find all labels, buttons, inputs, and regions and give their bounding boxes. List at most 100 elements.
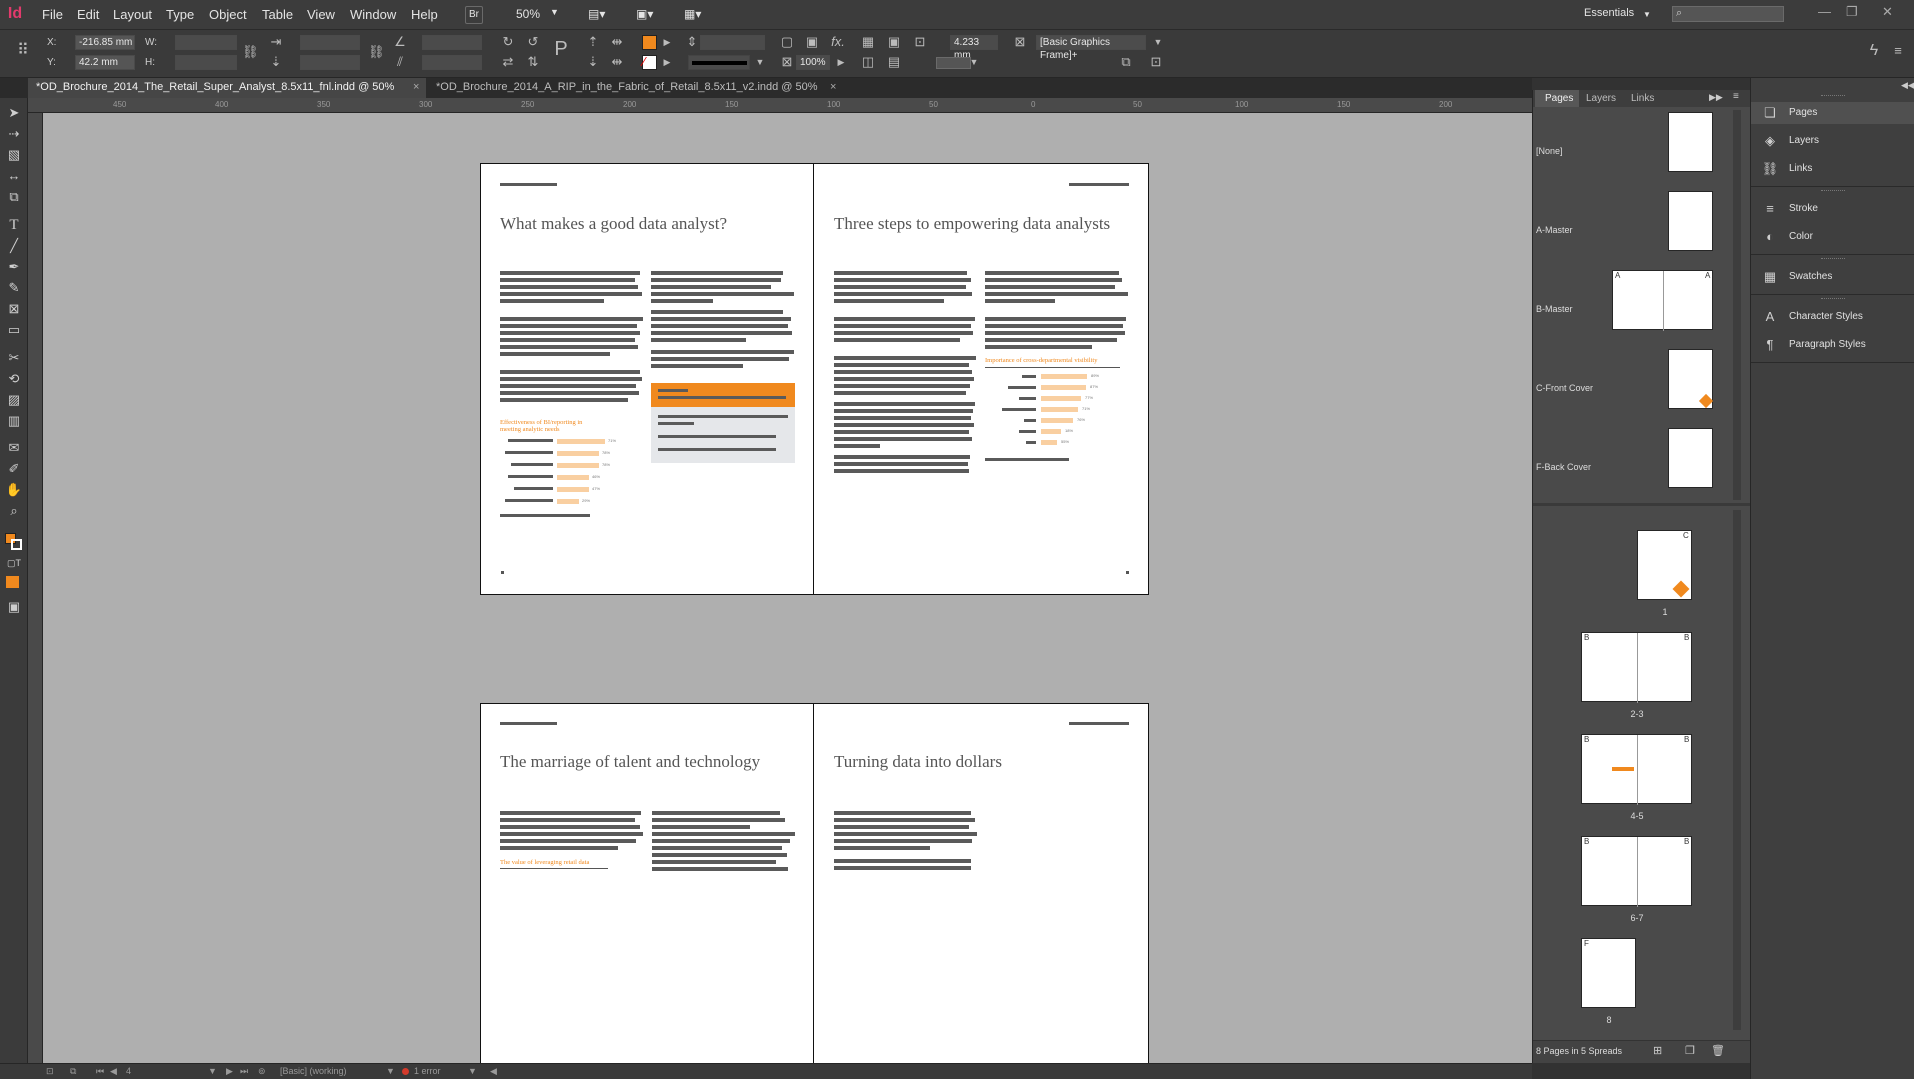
pen-tool-icon[interactable]: ✒ (3, 258, 25, 276)
effects-fx-icon[interactable]: fx. (830, 35, 846, 49)
apply-color-icon[interactable] (6, 576, 19, 588)
zoom-tool-icon[interactable]: ⌕ (3, 502, 25, 520)
new-page-icon[interactable]: ❐ (1685, 1044, 1695, 1057)
object-style-dropdown[interactable]: [Basic Graphics Frame]+ (1036, 35, 1146, 61)
scale-y-field[interactable] (300, 55, 360, 70)
minimize-icon[interactable]: — (1818, 4, 1831, 19)
dock-stroke[interactable]: ≡ Stroke (1751, 198, 1914, 220)
redefine-style-icon[interactable]: ⊡ (1148, 55, 1164, 69)
delete-page-icon[interactable]: 🗑 (1711, 1044, 1725, 1057)
restore-icon[interactable]: ❐ (1846, 4, 1858, 20)
height-field[interactable] (175, 55, 237, 70)
error-count[interactable]: 1 error (414, 1066, 441, 1076)
rotation-field[interactable] (422, 35, 482, 50)
text-wrap-icon[interactable]: ▦ (860, 35, 876, 49)
dock-links[interactable]: ⛓ Links (1751, 158, 1914, 180)
path-p-icon[interactable]: P (553, 39, 569, 59)
stroke-dropdown-icon[interactable]: ▶ (659, 55, 675, 69)
formatting-affects-icon[interactable]: ▢T (3, 554, 25, 572)
stroke-weight-field[interactable]: 4.233 mm (950, 35, 998, 61)
stroke-weight-dropdown[interactable] (700, 35, 765, 50)
wrap-around-icon[interactable]: ▣ (886, 35, 902, 49)
dock-swatches[interactable]: ▦ Swatches (1751, 266, 1914, 288)
close-window-icon[interactable]: ✕ (1882, 4, 1893, 20)
frame-fitting-icon[interactable]: ▤ (886, 55, 902, 69)
chevron-down-icon[interactable]: ▼ (468, 1066, 477, 1076)
dock-pages[interactable]: ❏ Pages (1751, 102, 1914, 124)
dock-paragraph-styles[interactable]: ¶ Paragraph Styles (1751, 334, 1914, 356)
bridge-button[interactable]: Br (465, 6, 483, 24)
select-content-icon[interactable]: ⇣ (585, 55, 601, 69)
close-tab-icon[interactable]: × (830, 78, 836, 98)
tab-retail-super-analyst[interactable]: *OD_Brochure_2014_The_Retail_Super_Analy… (28, 78, 426, 98)
menu-table[interactable]: Table (262, 7, 293, 22)
note-tool-icon[interactable]: ✉ (3, 439, 25, 457)
panel-divider[interactable] (1533, 503, 1750, 506)
shadow-icon[interactable]: ▣ (804, 35, 820, 49)
preview-mode-icon[interactable]: ⊡ (46, 1066, 54, 1077)
panel-menu-icon[interactable]: ≡ (1733, 91, 1739, 102)
free-transform-tool-icon[interactable]: ⟲ (3, 370, 25, 388)
quick-apply-icon[interactable]: ϟ (1866, 43, 1882, 59)
width-field[interactable] (175, 35, 237, 50)
constrain-scale-icon[interactable]: ⛓ (368, 45, 385, 59)
menu-help[interactable]: Help (411, 7, 438, 22)
last-page-icon[interactable]: ⏭ (240, 1066, 248, 1077)
tab-layers[interactable]: Layers (1586, 90, 1616, 107)
chevron-down-icon[interactable]: ▼ (386, 1066, 395, 1076)
menu-edit[interactable]: Edit (77, 7, 99, 22)
opacity-field[interactable]: 100% (796, 55, 830, 70)
edit-page-size-icon[interactable]: ⊞ (1653, 1044, 1662, 1057)
fill-swatch[interactable] (642, 35, 657, 50)
master-thumb-f[interactable] (1668, 428, 1713, 488)
masters-scrollbar[interactable] (1733, 110, 1741, 500)
page-thumb-8[interactable]: F (1581, 938, 1636, 1008)
y-position-field[interactable]: 42.2 mm (75, 55, 135, 70)
page-3[interactable]: Three steps to empowering data analysts … (814, 163, 1149, 595)
x-position-field[interactable]: -216.85 mm (75, 35, 135, 50)
gap-tool-icon[interactable]: ↔ (3, 167, 25, 185)
previous-page-icon[interactable]: ◀ (110, 1066, 117, 1077)
eyedropper-tool-icon[interactable]: ✐ (3, 460, 25, 478)
tab-links[interactable]: Links (1631, 90, 1654, 107)
menu-object[interactable]: Object (209, 7, 247, 22)
master-thumb-c[interactable] (1668, 349, 1714, 409)
select-container-icon[interactable]: ⇡ (585, 35, 601, 49)
collapse-dock-icon[interactable]: ◀◀ (1901, 80, 1914, 91)
frame-size-icon[interactable]: ⊡ (912, 35, 928, 49)
page-number-field[interactable]: 4 (126, 1066, 131, 1076)
pencil-tool-icon[interactable]: ✎ (3, 279, 25, 297)
page-thumb-6-7[interactable]: BB (1581, 836, 1692, 907)
drop-shadow-icon[interactable]: ▢ (779, 35, 795, 49)
rotate-cw-icon[interactable]: ↻ (500, 35, 516, 49)
master-thumb-b[interactable]: AA (1612, 270, 1713, 331)
workspace-switcher[interactable]: Essentials (1584, 7, 1634, 19)
gradient-feather-tool-icon[interactable]: ▥ (3, 412, 25, 430)
screen-mode-icon[interactable]: ▣▾ (636, 7, 653, 21)
pages-scrollbar[interactable] (1733, 510, 1741, 1030)
chevron-down-icon[interactable]: ▼ (550, 7, 559, 17)
scissors-tool-icon[interactable]: ✂ (3, 349, 25, 367)
master-thumb-a[interactable] (1668, 191, 1713, 251)
tab-rip-in-the-fabric[interactable]: *OD_Brochure_2014_A_RIP_in_the_Fabric_of… (428, 78, 848, 98)
fill-dropdown-icon[interactable]: ▶ (659, 35, 675, 49)
menu-file[interactable]: File (42, 7, 63, 22)
chevron-down-icon[interactable]: ▼ (752, 55, 768, 69)
search-input[interactable]: ⌕ (1672, 6, 1784, 22)
select-next-icon[interactable]: ⇹ (609, 35, 625, 49)
view-options-icon[interactable]: ▤▾ (588, 7, 605, 21)
dock-color[interactable]: ◐ Color (1751, 226, 1914, 248)
clear-overrides-icon[interactable]: ⧉ (1118, 55, 1134, 69)
first-page-icon[interactable]: ⏮ (96, 1066, 104, 1077)
line-tool-icon[interactable]: ╱ (3, 237, 25, 255)
master-thumb-none[interactable] (1668, 112, 1713, 172)
hand-tool-icon[interactable]: ✋ (3, 481, 25, 499)
dock-layers[interactable]: ◈ Layers (1751, 130, 1914, 152)
next-page-icon[interactable]: ▶ (226, 1066, 233, 1077)
shear-field[interactable] (422, 55, 482, 70)
arrange-documents-icon[interactable]: ▦▾ (684, 7, 701, 21)
collapse-panel-icon[interactable]: ▶▶ (1709, 92, 1723, 103)
preflight-icon[interactable]: ⊚ (258, 1066, 266, 1077)
close-tab-icon[interactable]: × (413, 78, 419, 98)
scroll-left-icon[interactable]: ◀ (490, 1066, 497, 1077)
